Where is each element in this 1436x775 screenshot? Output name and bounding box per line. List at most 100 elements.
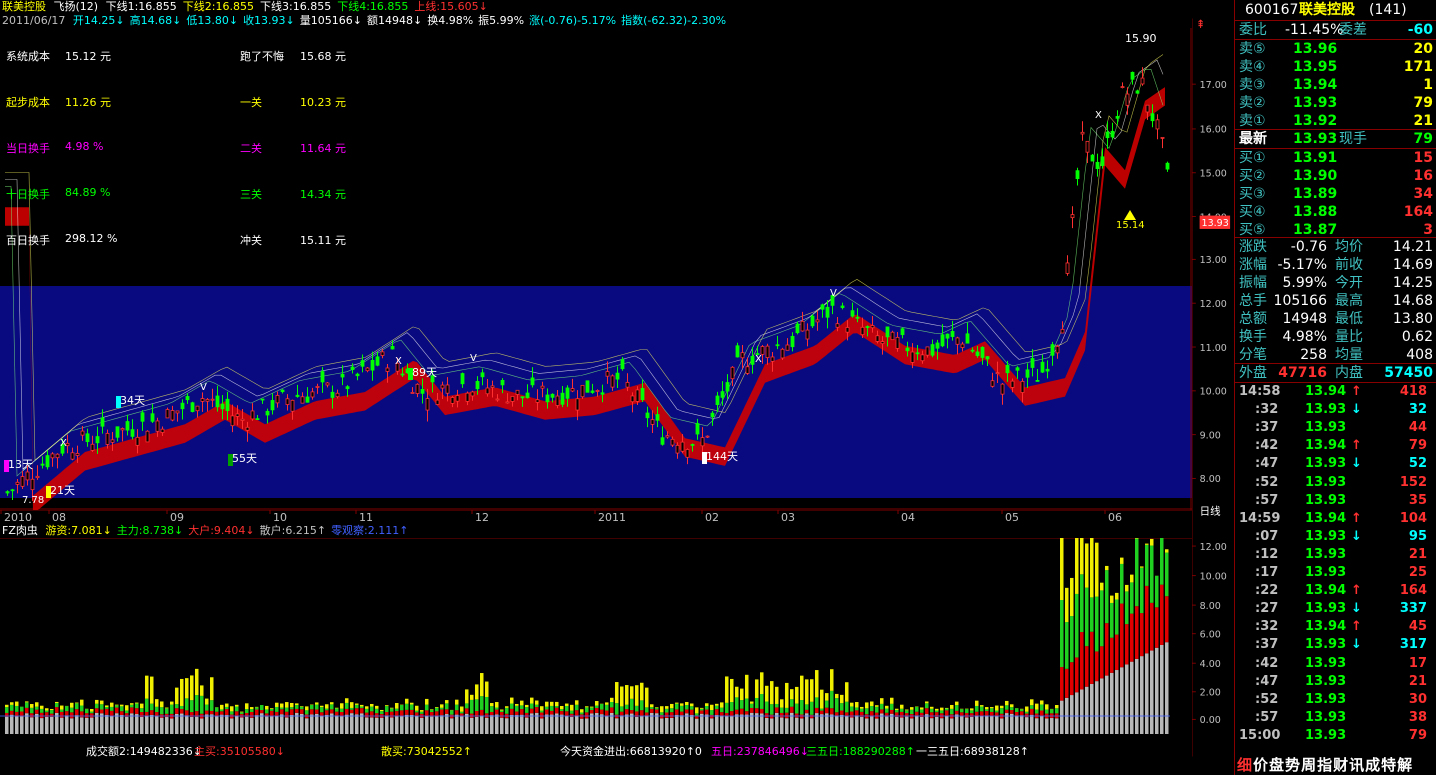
flow-bar [1030,705,1034,709]
flow-bar [5,704,9,708]
buy-vol: 34 [1413,186,1433,202]
candle [865,326,870,328]
flow-bar [690,703,694,707]
flow-bar [740,688,744,701]
flow-bar [175,713,179,734]
panel-tab[interactable]: 价 [1253,756,1268,774]
flow-bar [185,698,189,711]
flow-bar [785,707,789,713]
flow-bar [150,714,154,734]
panel-tab[interactable]: 讯 [1349,756,1364,774]
tick-time: :42 [1255,655,1279,671]
candle [1010,380,1015,388]
quote-item-4: 量105166↓ [299,14,362,27]
candle [1105,131,1110,139]
indicator-tick: 12.00 [1200,542,1227,553]
stat-row: 换手 4.98% 量比 0.62 [1235,328,1436,346]
flow-bar [365,712,369,718]
flow-bar [675,709,679,715]
flow-bar [1155,647,1159,734]
info-label: 二关 [240,142,262,155]
flow-bar [485,681,489,697]
flow-bar [910,709,914,715]
flow-bar [525,704,529,708]
flow-bar [1010,710,1014,714]
candle [530,377,535,386]
flow-bar [410,702,414,705]
panel-tab[interactable]: 特 [1381,756,1396,774]
flow-bar [830,669,834,691]
flow-bar [285,707,289,712]
panel-tab[interactable]: 周 [1301,756,1316,774]
flow-bar [470,699,474,714]
buy-label: 买② [1239,168,1266,184]
flow-bar [970,710,974,714]
flow-bar [95,699,99,704]
flow-bar [405,703,409,710]
candle [915,352,920,355]
flow-bar [790,699,794,707]
flow-bar [915,715,919,734]
flow-bar [1130,613,1134,662]
panel-tab[interactable]: 势 [1285,756,1300,774]
flow-bar [345,698,349,703]
flow-bar [70,702,74,708]
flow-bar [585,718,589,734]
flow-bar [605,716,609,734]
flow-bar [945,707,949,709]
panel-tab[interactable]: 细 [1237,756,1252,774]
flow-bar [995,705,999,711]
flow-bar [105,714,109,734]
flow-bar [925,703,929,709]
price-tick: 12.00 [1200,299,1227,310]
scroll-up-icon[interactable]: ⇞ [1196,17,1206,31]
flow-bar [1070,662,1074,696]
candle [1060,328,1065,334]
xianshou-value: 79 [1413,131,1433,147]
flow-bar [690,709,694,715]
candle [445,384,450,394]
flow-bar [530,703,534,709]
flow-bar [330,709,334,714]
flow-bar [510,714,514,734]
panel-tab[interactable]: 指 [1317,756,1332,774]
flow-bar [935,708,939,711]
up-arrow-icon: ↑ [1351,384,1362,399]
panel-tab[interactable]: 财 [1333,756,1348,774]
indicator-line-1: 下线2:16.855 [182,0,254,13]
flow-bar [285,717,289,734]
weicha-label: 委差 [1339,22,1367,38]
flow-bar [810,701,814,715]
low-label: 7.78 [22,495,44,506]
flow-bar [975,705,979,712]
flow-bar [260,710,264,714]
candle [125,421,130,431]
flow-bar [65,711,69,716]
flow-bar [520,700,524,706]
flow-bar [1015,715,1019,734]
stat-value: 14.69 [1392,257,1433,273]
panel-tab[interactable]: 成 [1365,756,1380,774]
candle [440,384,445,389]
panel-tab[interactable]: 盘 [1269,756,1284,774]
fund-flow-chart[interactable] [0,538,1192,743]
flow-bar [295,703,299,706]
flow-bar [235,704,239,707]
flow-bar [1135,606,1139,659]
flow-bar [1165,552,1169,597]
tick-price: 13.93 [1305,727,1347,743]
flow-bar [75,715,79,734]
candle [780,348,785,359]
info-value: 15.68 元 [300,50,346,63]
flow-bar [1160,644,1164,734]
sell-vol: 171 [1403,59,1433,75]
candle [595,390,600,392]
flow-bar [40,708,44,713]
flow-bar [890,703,894,710]
panel-tab[interactable]: 解 [1397,756,1412,774]
tick-row: :42 13.93 17 [1235,655,1436,673]
flow-bar [605,702,609,705]
tick-vol: 35 [1408,492,1427,508]
flow-bar [360,706,364,709]
flow-bar [110,710,114,717]
